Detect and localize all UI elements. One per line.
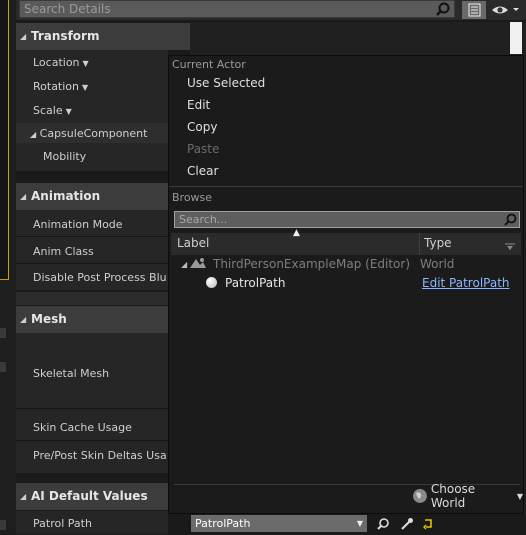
actor-sphere-icon	[206, 277, 217, 288]
search-details-input[interactable]	[20, 1, 428, 17]
search-icon	[504, 213, 517, 226]
collapse-triangle-icon: ◢	[20, 32, 27, 41]
property-pre-post-skin-deltas[interactable]: Pre/Post Skin Deltas Usage	[33, 449, 167, 462]
collapse-triangle-icon: ◢	[30, 130, 37, 139]
property-label: Animation Mode	[33, 218, 123, 231]
property-patrol-path[interactable]: Patrol Path	[33, 517, 92, 530]
column-header-label[interactable]: Label	[177, 236, 209, 250]
property-label: Location	[33, 56, 80, 69]
tree-item-map-label[interactable]: ThirdPersonExampleMap (Editor)	[213, 257, 410, 271]
category-animation[interactable]: ◢ Animation	[16, 183, 190, 210]
column-header-row	[171, 233, 521, 255]
category-transform[interactable]: ◢ Transform	[16, 23, 190, 50]
row-divider	[16, 263, 168, 264]
property-label: Anim Class	[33, 245, 94, 258]
world-icon	[189, 256, 207, 275]
search-icon[interactable]	[434, 2, 452, 16]
category-ai-default-values[interactable]: ◢ AI Default Values	[16, 483, 190, 510]
menu-item-edit[interactable]: Edit	[187, 98, 210, 112]
property-animation-mode[interactable]: Animation Mode	[33, 218, 123, 231]
property-label: CapsuleComponent	[39, 127, 148, 140]
menu-item-clear[interactable]: Clear	[187, 164, 218, 178]
menu-item-paste[interactable]: Paste	[187, 142, 219, 156]
browse-search-icon[interactable]	[375, 516, 391, 532]
left-viewport-edge	[0, 0, 9, 280]
expand-triangle-icon[interactable]: ◢	[181, 260, 187, 269]
property-label: Scale	[33, 104, 63, 117]
menu-divider	[169, 186, 523, 187]
choose-world-label: Choose World	[430, 482, 476, 510]
reset-to-default-icon[interactable]	[421, 516, 437, 532]
column-options-icon[interactable]	[505, 241, 515, 254]
current-actor-header: Current Actor	[172, 58, 246, 71]
splitter-handle[interactable]	[0, 362, 6, 372]
dropdown-arrow-icon: ▼	[82, 59, 89, 68]
subcategory-capsule-component[interactable]: ◢ CapsuleComponent	[30, 127, 147, 140]
property-rotation[interactable]: Rotation ▼	[33, 80, 88, 93]
category-label: Mesh	[31, 312, 67, 326]
collapse-triangle-icon: ◢	[20, 192, 27, 201]
category-label: Animation	[31, 189, 101, 203]
patrol-path-value: PatrolPath	[195, 517, 251, 530]
tree-item-map-type: World	[420, 257, 455, 271]
property-matrix-button[interactable]	[461, 0, 487, 20]
property-label: Patrol Path	[33, 517, 92, 530]
property-location[interactable]: Location ▼	[33, 56, 89, 69]
property-label: Disable Post Process Blueprint	[33, 271, 167, 284]
section-spacer	[16, 292, 190, 305]
dropdown-arrow-icon: ▼	[356, 519, 363, 528]
property-label: Skin Cache Usage	[33, 421, 132, 434]
actor-search-box[interactable]	[174, 211, 520, 228]
menu-item-use-selected[interactable]: Use Selected	[187, 76, 265, 90]
scrollbar-thumb[interactable]	[510, 22, 522, 54]
collapse-triangle-icon: ◢	[20, 492, 27, 501]
collapse-triangle-icon: ◢	[20, 315, 27, 324]
column-header-type[interactable]: Type	[424, 236, 452, 250]
category-label: AI Default Values	[31, 489, 148, 503]
dropdown-arrow-icon: ▼	[82, 83, 89, 92]
property-anim-class[interactable]: Anim Class	[33, 245, 94, 258]
category-label: Transform	[31, 29, 100, 43]
property-label: Rotation	[33, 80, 80, 93]
property-label: Pre/Post Skin Deltas Usage	[33, 449, 167, 462]
eye-icon	[492, 6, 519, 14]
choose-world-button[interactable]: Choose World ▼	[412, 482, 523, 510]
property-scale[interactable]: Scale ▼	[33, 104, 72, 117]
menu-item-copy[interactable]: Copy	[187, 120, 217, 134]
property-label: Skeletal Mesh	[33, 367, 110, 380]
property-label: Mobility	[43, 150, 87, 163]
row-divider	[16, 408, 168, 409]
sort-ascending-icon: ▲	[293, 228, 300, 238]
search-details-box[interactable]	[19, 0, 455, 18]
globe-icon	[412, 489, 427, 503]
view-options-button[interactable]	[489, 0, 523, 20]
tree-item-actor-label[interactable]: PatrolPath	[225, 276, 285, 290]
dropdown-arrow-icon: ▼	[516, 491, 523, 501]
dropdown-arrow-icon: ▼	[65, 107, 72, 116]
row-divider	[16, 236, 168, 237]
actor-picker-popup: Current Actor Use Selected Edit Copy Pas…	[168, 55, 524, 514]
property-disable-post-process[interactable]: Disable Post Process Blueprint	[33, 271, 167, 284]
list-icon	[468, 3, 481, 17]
property-skeletal-mesh[interactable]: Skeletal Mesh	[33, 367, 109, 380]
category-mesh[interactable]: ◢ Mesh	[16, 306, 190, 333]
property-mobility[interactable]: Mobility	[43, 150, 86, 163]
edit-actor-link[interactable]: Edit PatrolPath	[422, 276, 510, 290]
actor-search-input[interactable]	[175, 212, 503, 227]
splitter-handle[interactable]	[0, 328, 6, 338]
patrol-path-combo[interactable]: PatrolPath ▼	[191, 515, 367, 532]
splitter-handle[interactable]	[0, 520, 6, 530]
row-divider	[16, 440, 168, 441]
column-separator	[419, 233, 420, 255]
browse-header: Browse	[172, 191, 213, 204]
property-skin-cache-usage[interactable]: Skin Cache Usage	[33, 421, 132, 434]
eyedropper-icon[interactable]	[399, 516, 415, 532]
